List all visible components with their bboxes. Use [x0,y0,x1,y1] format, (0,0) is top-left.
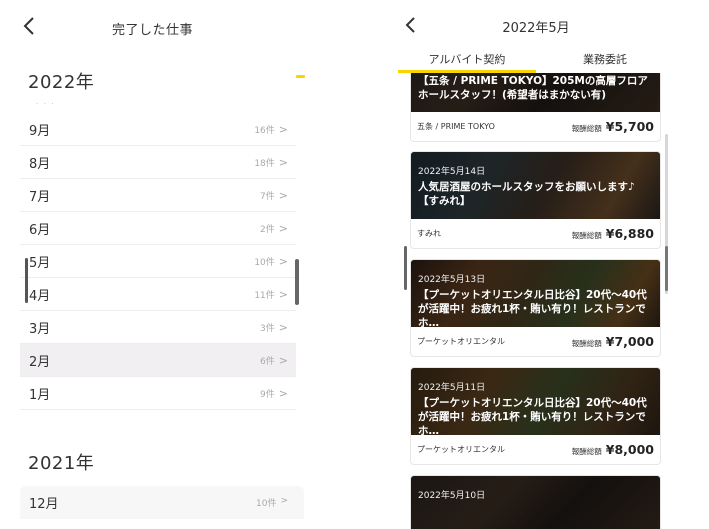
month-count: 10件 [256,499,277,509]
company-name: プーケットオリエンタル [417,337,505,346]
job-thumbnail: 【五条 / PRIME TOKYO】205Mの高層フロアホールスタッフ！(希望者… [411,73,660,112]
page-title: 完了した仕事 [111,23,193,38]
job-card[interactable]: 2022年5月14日 人気居酒屋のホールスタッフをお願いします♪【すみれ】 すみ… [410,151,661,249]
month-row[interactable]: 7月 7件 > [20,179,296,212]
month-count: 7件 [260,191,275,202]
scrollbar-thumb[interactable] [295,259,299,305]
month-list-2022: 9月 16件 > 8月 18件 > 7月 7件 > 6月 2件 > 5月 10件 > 4月… [20,113,296,410]
company-name: 五条 / PRIME TOKYO [417,122,495,131]
edge-indicator [404,246,407,290]
month-label: 3月 [29,321,51,337]
month-label: 5月 [29,255,51,271]
chevron-right-icon: > [278,320,288,334]
month-row[interactable]: 5月 10件 > [20,245,296,278]
year-heading-2022: 2022年 [28,72,95,93]
job-thumbnail: 2022年5月14日 人気居酒屋のホールスタッフをお願いします♪【すみれ】 [411,152,660,219]
month-count: 10件 [254,257,275,268]
month-label: 7月 [29,189,51,205]
scrollbar-thumb[interactable] [665,246,668,291]
chevron-right-icon: > [278,254,288,268]
month-label: 1月 [29,387,51,403]
month-row[interactable]: 12月 10件 > [20,486,304,519]
pay-amount: ¥6,880 [605,226,654,241]
completed-jobs-screen: 完了した仕事 2022年 · · · 9月 16件 > 8月 18件 > 7月 7件… [0,0,305,529]
job-date: 2022年5月14日 [418,167,486,177]
month-row[interactable]: 4月 11件 > [20,278,296,311]
month-label: 9月 [29,123,51,139]
job-title: 【プーケットオリエンタル日比谷】20代～40代が活躍中！お疲れ1杯・賄い有り！レ… [418,289,647,327]
month-count: 2件 [260,224,275,235]
chevron-right-icon: > [278,386,288,400]
job-thumbnail: 2022年5月13日 【プーケットオリエンタル日比谷】20代～40代が活躍中！お… [411,260,660,327]
accent-dash [296,75,305,78]
job-card[interactable]: 2022年5月10日 [410,475,661,529]
job-thumbnail: 2022年5月11日 【プーケットオリエンタル日比谷】20代～40代が活躍中！お… [411,368,660,435]
pay-amount: ¥8,000 [605,442,654,457]
scrollbar-track[interactable] [665,134,668,294]
monthly-jobs-screen: 2022年5月 アルバイト契約 業務委託 【五条 / PRIME TOKYO】2… [398,0,674,529]
month-count: 11件 [254,290,275,301]
chevron-right-icon: > [278,155,288,169]
year-heading-2021: 2021年 [28,453,95,474]
job-card[interactable]: 2022年5月11日 【プーケットオリエンタル日比谷】20代～40代が活躍中！お… [410,367,661,465]
pay-amount: ¥7,000 [605,334,654,349]
job-card[interactable]: 2022年5月13日 【プーケットオリエンタル日比谷】20代～40代が活躍中！お… [410,259,661,357]
job-card[interactable]: 【五条 / PRIME TOKYO】205Mの高層フロアホールスタッフ！(希望者… [410,73,661,142]
pay-label: 報酬総額 [571,339,602,348]
pay-amount: ¥5,700 [605,119,654,134]
chevron-right-icon: > [278,287,288,301]
pay-label: 報酬総額 [571,231,602,240]
month-count: 16件 [254,125,275,136]
month-count: 3件 [260,323,275,334]
job-title: 【プーケットオリエンタル日比谷】20代～40代が活躍中！お疲れ1杯・賄い有り！レ… [418,397,647,435]
month-row[interactable]: 1月 9件 > [20,377,296,410]
month-row[interactable]: 9月 16件 > [20,113,296,146]
month-count: 18件 [254,158,275,169]
page-title: 2022年5月 [502,21,570,36]
chevron-right-icon: > [278,353,288,367]
month-label: 12月 [29,497,59,512]
job-feed[interactable]: 【五条 / PRIME TOKYO】205Mの高層フロアホールスタッフ！(希望者… [398,73,674,529]
month-label: 2月 [29,354,51,370]
month-row-selected[interactable]: 2月 6件 > [20,344,296,377]
pay-label: 報酬総額 [571,447,602,456]
month-row[interactable]: 3月 3件 > [20,311,296,344]
month-label: 8月 [29,156,51,172]
month-count: 6件 [260,356,275,367]
chevron-right-icon: > [280,496,288,506]
month-row[interactable]: 8月 18件 > [20,146,296,179]
month-row[interactable]: 6月 2件 > [20,212,296,245]
edge-indicator [25,258,28,303]
scroll-remnant: · · · [36,101,56,108]
pay-label: 報酬総額 [571,124,602,133]
job-date: 2022年5月11日 [418,383,486,393]
chevron-right-icon: > [278,221,288,235]
company-name: すみれ [417,229,441,238]
job-title: 【五条 / PRIME TOKYO】205Mの高層フロアホールスタッフ！(希望者… [418,75,648,101]
month-label: 6月 [29,222,51,238]
month-count: 9件 [260,389,275,400]
job-thumbnail: 2022年5月10日 [411,476,660,529]
tab-outsourcing[interactable]: 業務委託 [536,44,674,74]
company-name: プーケットオリエンタル [417,445,505,454]
job-date: 2022年5月10日 [418,491,486,501]
chevron-right-icon: > [278,122,288,136]
chevron-right-icon: > [278,188,288,202]
job-date: 2022年5月13日 [418,275,486,285]
job-title: 人気居酒屋のホールスタッフをお願いします♪【すみれ】 [418,181,635,207]
month-label: 4月 [29,288,51,304]
